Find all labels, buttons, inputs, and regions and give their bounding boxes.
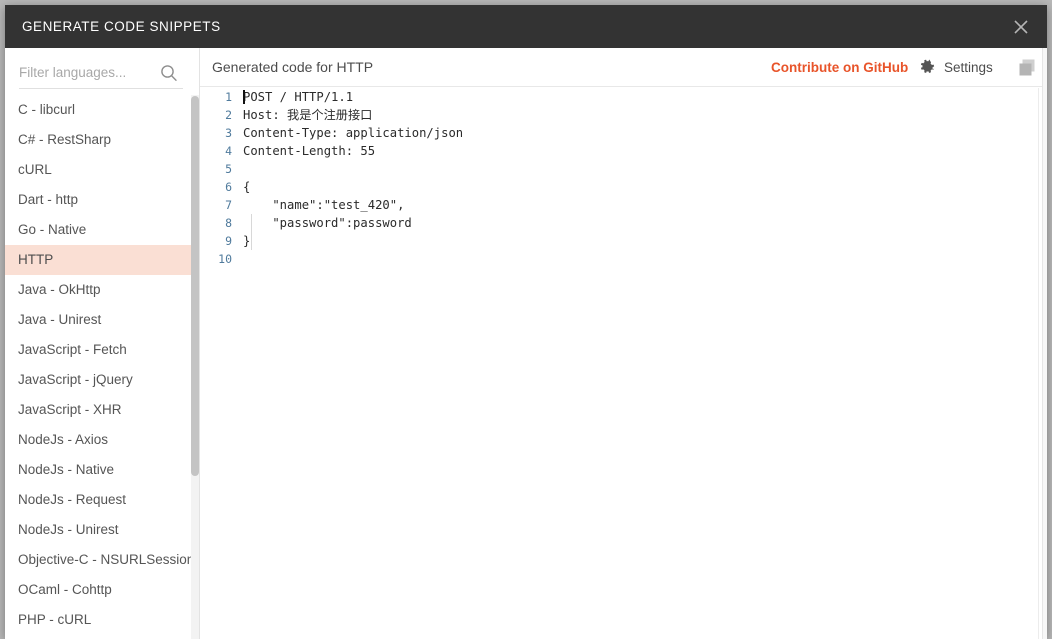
code-line: Host: 我是个注册接口 <box>243 108 373 122</box>
sidebar-item-javascript-jquery[interactable]: JavaScript - jQuery <box>5 365 199 395</box>
sidebar-item-label: Dart - http <box>18 192 79 207</box>
code-text-area[interactable]: POST / HTTP/1.1 Host: 我是个注册接口 Content-Type… <box>243 88 1033 639</box>
code-editor[interactable]: 1 2 3 4 5 6 7 8 9 10 POST / HTTP/1.1 Host: 我是个注册接口… <box>200 88 1047 639</box>
indent-guide <box>251 214 252 250</box>
sidebar-item-label: JavaScript - XHR <box>18 402 122 417</box>
dialog-body: C - libcurl C# - RestSharp cURL Dart - http… <box>5 48 1047 639</box>
code-line: { <box>243 180 251 194</box>
sidebar-item-dart-http[interactable]: Dart - http <box>5 185 199 215</box>
code-line: Content-Type: application/json <box>243 126 464 140</box>
sidebar-item-label: NodeJs - Request <box>18 492 127 507</box>
settings-button[interactable]: Settings <box>918 48 993 87</box>
sidebar-item-c-restsharp[interactable]: C# - RestSharp <box>5 125 199 155</box>
line-number: 9 <box>225 234 232 248</box>
sidebar-item-label: Java - Unirest <box>18 312 102 327</box>
sidebar-item-c-libcurl[interactable]: C - libcurl <box>5 95 199 125</box>
sidebar-item-label: PHP - cURL <box>18 612 92 627</box>
sidebar-item-go-native[interactable]: Go - Native <box>5 215 199 245</box>
sidebar-item-javascript-xhr[interactable]: JavaScript - XHR <box>5 395 199 425</box>
sidebar-item-label: C - libcurl <box>18 102 76 117</box>
sidebar-item-label: NodeJs - Axios <box>18 432 109 447</box>
gear-icon <box>918 59 936 77</box>
copy-button[interactable] <box>1018 58 1040 79</box>
copy-icon <box>1018 59 1040 83</box>
search-input[interactable] <box>19 60 171 84</box>
sidebar-item-label: JavaScript - jQuery <box>18 372 133 387</box>
sidebar-item-ocaml-cohttp[interactable]: OCaml - Cohttp <box>5 575 199 605</box>
line-number: 4 <box>225 144 232 158</box>
code-line: "name":"test_420", <box>243 198 405 212</box>
code-line: "password":password <box>243 216 412 230</box>
code-pane: Generated code for HTTP Contribute on Gi… <box>200 48 1047 639</box>
language-sidebar: C - libcurl C# - RestSharp cURL Dart - http… <box>5 48 200 639</box>
sidebar-item-label: cURL <box>18 162 52 177</box>
line-number: 8 <box>225 216 232 230</box>
dialog-title: GENERATE CODE SNIPPETS <box>22 19 221 34</box>
sidebar-item-nodejs-axios[interactable]: NodeJs - Axios <box>5 425 199 455</box>
language-filter <box>5 48 199 92</box>
line-number: 3 <box>225 126 232 140</box>
sidebar-item-java-unirest[interactable]: Java - Unirest <box>5 305 199 335</box>
sidebar-item-label: NodeJs - Native <box>18 462 115 477</box>
sidebar-item-label: NodeJs - Unirest <box>18 522 119 537</box>
close-button[interactable] <box>995 5 1047 48</box>
sidebar-item-nodejs-request[interactable]: NodeJs - Request <box>5 485 199 515</box>
sidebar-item-label: C# - RestSharp <box>18 132 112 147</box>
sidebar-item-label: JavaScript - Fetch <box>18 342 127 357</box>
settings-label: Settings <box>944 60 993 75</box>
search-icon[interactable] <box>159 63 179 83</box>
sidebar-item-java-okhttp[interactable]: Java - OkHttp <box>5 275 199 305</box>
sidebar-item-label: OCaml - Cohttp <box>18 582 112 597</box>
text-caret <box>243 90 245 104</box>
sidebar-item-javascript-fetch[interactable]: JavaScript - Fetch <box>5 335 199 365</box>
code-line: Content-Length: 55 <box>243 144 376 158</box>
sidebar-item-php-curl[interactable]: PHP - cURL <box>5 605 199 635</box>
line-number: 2 <box>225 108 232 122</box>
sidebar-item-label: Go - Native <box>18 222 87 237</box>
sidebar-item-curl[interactable]: cURL <box>5 155 199 185</box>
sidebar-item-nodejs-unirest[interactable]: NodeJs - Unirest <box>5 515 199 545</box>
line-number: 1 <box>225 90 232 104</box>
sidebar-scrollbar-thumb[interactable] <box>191 96 199 476</box>
line-number-gutter: 1 2 3 4 5 6 7 8 9 10 <box>200 88 238 639</box>
dialog-titlebar: GENERATE CODE SNIPPETS <box>5 5 1047 48</box>
sidebar-item-objective-c-nsurlsession[interactable]: Objective-C - NSURLSession <box>5 545 199 575</box>
sidebar-item-label: Objective-C - NSURLSession <box>18 552 195 567</box>
dialog-right-edge <box>1042 48 1047 639</box>
sidebar-item-label: HTTP <box>18 252 54 267</box>
code-line: POST / HTTP/1.1 <box>243 90 354 104</box>
page-title: Generated code for HTTP <box>212 59 374 75</box>
sidebar-item-label: Java - OkHttp <box>18 282 101 297</box>
language-list[interactable]: C - libcurl C# - RestSharp cURL Dart - http… <box>5 95 199 639</box>
code-pane-header: Generated code for HTTP Contribute on Gi… <box>200 48 1047 87</box>
line-number: 10 <box>218 252 232 266</box>
sidebar-item-http[interactable]: HTTP <box>5 245 199 275</box>
line-number: 6 <box>225 180 232 194</box>
generate-code-snippets-dialog: GENERATE CODE SNIPPETS Filter languages.… <box>5 5 1047 639</box>
search-underline <box>19 88 183 89</box>
contribute-on-github-link[interactable]: Contribute on GitHub <box>771 48 908 87</box>
close-icon <box>1013 19 1029 35</box>
line-number: 5 <box>225 162 232 176</box>
line-number: 7 <box>225 198 232 212</box>
code-line: } <box>243 234 251 248</box>
sidebar-item-nodejs-native[interactable]: NodeJs - Native <box>5 455 199 485</box>
